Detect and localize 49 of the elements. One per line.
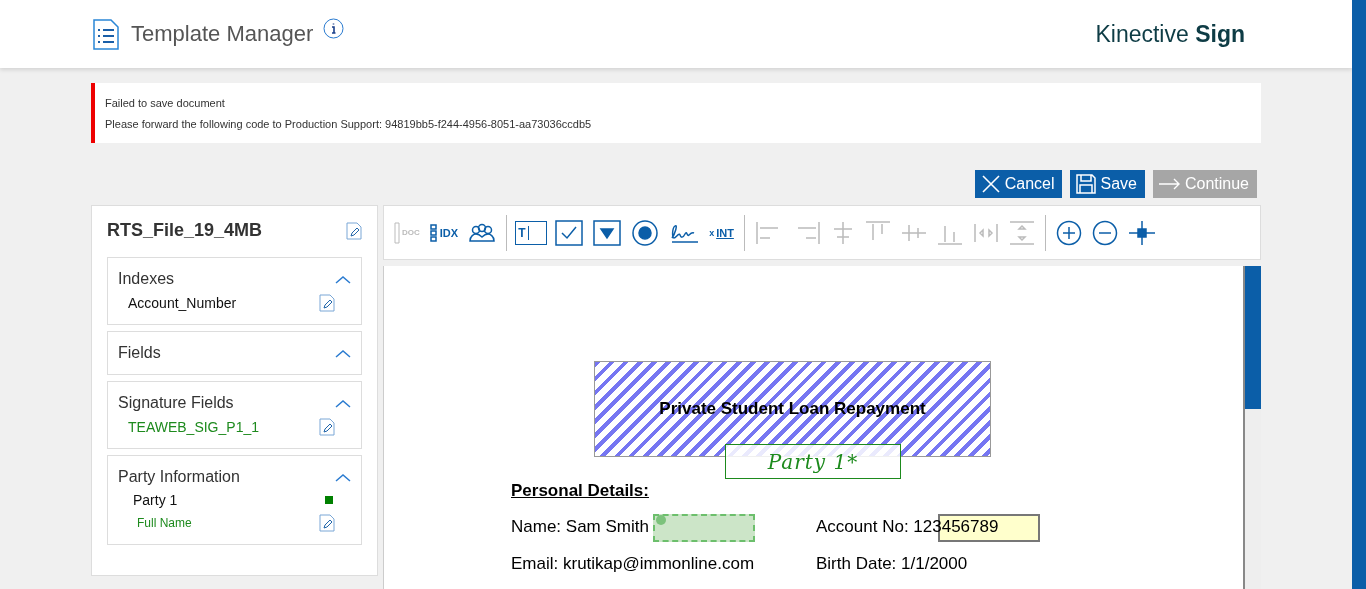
save-button[interactable]: Save <box>1070 170 1145 198</box>
field-handle-icon <box>655 514 667 526</box>
section-title[interactable]: Fields <box>118 344 161 362</box>
close-icon <box>980 174 1001 194</box>
alert-message: Failed to save document <box>105 96 226 109</box>
idx-tool[interactable]: IDX <box>427 215 461 250</box>
chevron-up-icon[interactable] <box>335 274 351 284</box>
field-name[interactable]: Account_Number <box>118 295 237 311</box>
dropdown-icon <box>593 219 622 246</box>
spacing-vertical-icon <box>1008 219 1035 246</box>
party-signature-field[interactable]: Party 1* <box>725 444 901 479</box>
template-name: RTS_File_19_4MB <box>107 220 263 241</box>
checkbox-icon <box>555 219 584 246</box>
list-document-icon <box>93 18 119 50</box>
chevron-up-icon[interactable] <box>335 398 351 408</box>
field-name[interactable]: TEAWEB_SIG_P1_1 <box>118 419 259 435</box>
scrollbar[interactable] <box>1243 266 1261 589</box>
form-field[interactable] <box>653 514 755 542</box>
detail-text: Name: Sam Smith <box>511 517 649 538</box>
section-heading: Personal Details: <box>511 481 649 501</box>
radio-icon <box>631 219 660 246</box>
detail-text: Birth Date: 1/1/2000 <box>816 554 968 575</box>
field-name[interactable]: Full Name <box>118 516 192 530</box>
edit-icon[interactable] <box>346 221 362 240</box>
crosshair-icon <box>1127 219 1156 246</box>
edit-icon[interactable] <box>319 514 335 532</box>
edit-icon[interactable] <box>319 418 335 436</box>
chevron-up-icon[interactable] <box>335 472 351 482</box>
page-title: Template Manager <box>131 21 314 47</box>
cancel-button[interactable]: Cancel <box>974 170 1063 198</box>
edit-icon[interactable] <box>319 294 335 312</box>
section-title[interactable]: Signature Fields <box>118 394 234 412</box>
party-name[interactable]: Party 1 <box>118 492 178 508</box>
brand-logo: Kinective Sign <box>1095 20 1245 48</box>
section-title[interactable]: Party Information <box>118 468 240 486</box>
detail-text: Account No: 123456789 <box>816 517 999 538</box>
arrow-right-icon <box>1158 178 1181 190</box>
save-icon <box>1076 174 1097 194</box>
zoom-out-icon <box>1091 219 1118 246</box>
info-icon[interactable] <box>323 18 345 39</box>
chevron-up-icon[interactable] <box>335 348 351 358</box>
initials-tool[interactable]: x INT <box>707 215 736 250</box>
detail-text: Email: krutikap@immonline.com <box>511 554 755 575</box>
scrollbar-thumb[interactable] <box>1245 266 1261 409</box>
zoom-in-icon <box>1055 219 1082 246</box>
section-title[interactable]: Indexes <box>118 270 175 288</box>
alert-message: Please forward the following code to Production Support: 94819bb5-f244-4956-8051-aa73036ccdb5 <box>105 117 593 130</box>
textbox-tool[interactable]: T <box>515 220 548 245</box>
document-title: Private Student Loan Repayment <box>659 399 926 419</box>
